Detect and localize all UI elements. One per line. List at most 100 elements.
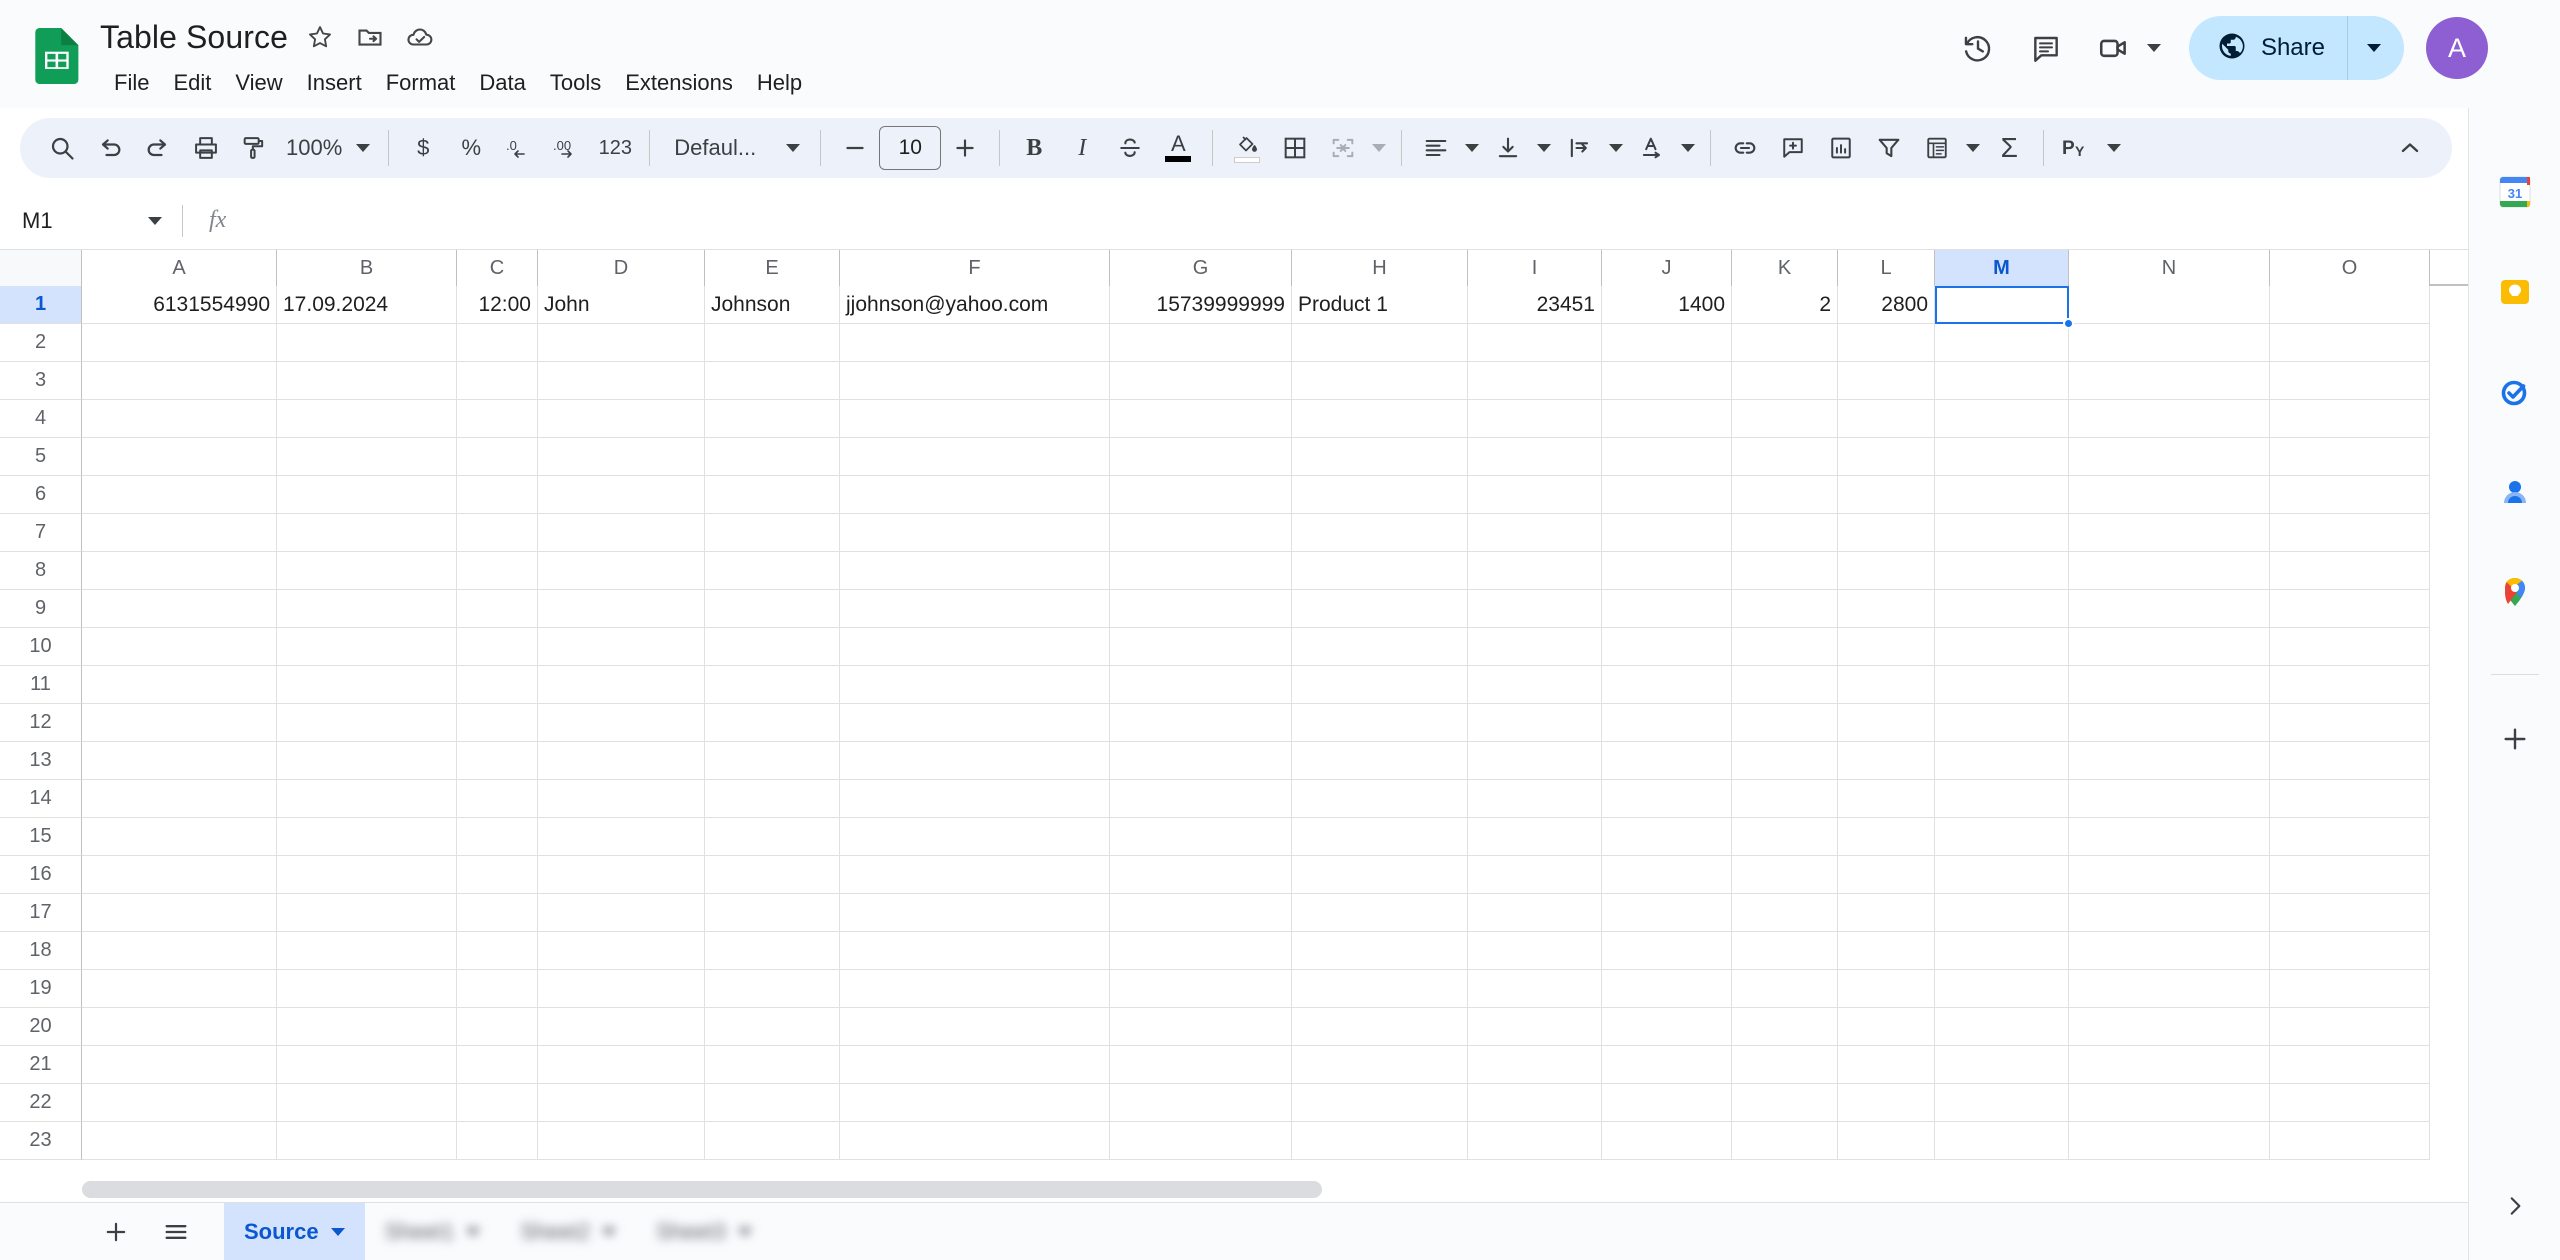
- cell-K16[interactable]: [1732, 856, 1838, 894]
- column-header-f[interactable]: F: [840, 250, 1110, 286]
- cell-L9[interactable]: [1838, 590, 1935, 628]
- cell-M3[interactable]: [1935, 362, 2069, 400]
- cell-H5[interactable]: [1292, 438, 1468, 476]
- cell-H12[interactable]: [1292, 704, 1468, 742]
- cell-O10[interactable]: [2270, 628, 2430, 666]
- cell-B12[interactable]: [277, 704, 457, 742]
- cell-H13[interactable]: [1292, 742, 1468, 780]
- cell-D21[interactable]: [538, 1046, 705, 1084]
- vertical-align-icon[interactable]: [1484, 124, 1532, 172]
- cell-F20[interactable]: [840, 1008, 1110, 1046]
- cell-B20[interactable]: [277, 1008, 457, 1046]
- cell-E1[interactable]: Johnson: [705, 286, 840, 324]
- cell-J8[interactable]: [1602, 552, 1732, 590]
- cell-O23[interactable]: [2270, 1122, 2430, 1160]
- cell-D20[interactable]: [538, 1008, 705, 1046]
- cell-A21[interactable]: [82, 1046, 277, 1084]
- name-box[interactable]: M1: [0, 192, 182, 250]
- cell-A5[interactable]: [82, 438, 277, 476]
- cell-M22[interactable]: [1935, 1084, 2069, 1122]
- cell-C21[interactable]: [457, 1046, 538, 1084]
- redo-icon[interactable]: [134, 124, 182, 172]
- cell-D17[interactable]: [538, 894, 705, 932]
- cell-A20[interactable]: [82, 1008, 277, 1046]
- row-header-3[interactable]: 3: [0, 362, 82, 400]
- cell-E12[interactable]: [705, 704, 840, 742]
- cell-A12[interactable]: [82, 704, 277, 742]
- add-sheet-icon[interactable]: [90, 1206, 142, 1258]
- cell-I17[interactable]: [1468, 894, 1602, 932]
- cell-D16[interactable]: [538, 856, 705, 894]
- cell-M17[interactable]: [1935, 894, 2069, 932]
- cell-M14[interactable]: [1935, 780, 2069, 818]
- row-header-22[interactable]: 22: [0, 1084, 82, 1122]
- cell-A7[interactable]: [82, 514, 277, 552]
- cell-M7[interactable]: [1935, 514, 2069, 552]
- cell-C19[interactable]: [457, 970, 538, 1008]
- cell-M18[interactable]: [1935, 932, 2069, 970]
- cell-O19[interactable]: [2270, 970, 2430, 1008]
- cell-A6[interactable]: [82, 476, 277, 514]
- cell-I13[interactable]: [1468, 742, 1602, 780]
- row-header-18[interactable]: 18: [0, 932, 82, 970]
- cell-E11[interactable]: [705, 666, 840, 704]
- cell-K17[interactable]: [1732, 894, 1838, 932]
- cell-H22[interactable]: [1292, 1084, 1468, 1122]
- cell-G17[interactable]: [1110, 894, 1292, 932]
- cell-H11[interactable]: [1292, 666, 1468, 704]
- cell-F10[interactable]: [840, 628, 1110, 666]
- cell-A15[interactable]: [82, 818, 277, 856]
- cell-A1[interactable]: 6131554990: [82, 286, 277, 324]
- cell-N21[interactable]: [2069, 1046, 2270, 1084]
- cell-B6[interactable]: [277, 476, 457, 514]
- cell-G7[interactable]: [1110, 514, 1292, 552]
- cell-G22[interactable]: [1110, 1084, 1292, 1122]
- cell-E17[interactable]: [705, 894, 840, 932]
- cell-I21[interactable]: [1468, 1046, 1602, 1084]
- cell-N17[interactable]: [2069, 894, 2270, 932]
- insert-link-icon[interactable]: [1721, 124, 1769, 172]
- cell-C22[interactable]: [457, 1084, 538, 1122]
- cell-F12[interactable]: [840, 704, 1110, 742]
- horizontal-align-dropdown-icon[interactable]: [1460, 124, 1484, 172]
- cell-K10[interactable]: [1732, 628, 1838, 666]
- cell-O3[interactable]: [2270, 362, 2430, 400]
- cell-J20[interactable]: [1602, 1008, 1732, 1046]
- cell-N1[interactable]: [2069, 286, 2270, 324]
- cell-O20[interactable]: [2270, 1008, 2430, 1046]
- cell-F18[interactable]: [840, 932, 1110, 970]
- chevron-down-icon[interactable]: [786, 144, 801, 152]
- text-color-icon[interactable]: A: [1154, 124, 1202, 172]
- undo-icon[interactable]: [86, 124, 134, 172]
- insert-chart-icon[interactable]: [1817, 124, 1865, 172]
- cell-B10[interactable]: [277, 628, 457, 666]
- share-button[interactable]: Share: [2188, 16, 2404, 80]
- cell-I7[interactable]: [1468, 514, 1602, 552]
- cell-F19[interactable]: [840, 970, 1110, 1008]
- cell-E14[interactable]: [705, 780, 840, 818]
- cell-C8[interactable]: [457, 552, 538, 590]
- cell-L18[interactable]: [1838, 932, 1935, 970]
- cell-O11[interactable]: [2270, 666, 2430, 704]
- vertical-align-dropdown-icon[interactable]: [1532, 124, 1556, 172]
- cell-A3[interactable]: [82, 362, 277, 400]
- cell-O14[interactable]: [2270, 780, 2430, 818]
- cell-A4[interactable]: [82, 400, 277, 438]
- cell-I14[interactable]: [1468, 780, 1602, 818]
- cell-J9[interactable]: [1602, 590, 1732, 628]
- cell-N13[interactable]: [2069, 742, 2270, 780]
- font-family-select[interactable]: Defaul...: [660, 124, 810, 172]
- cell-O13[interactable]: [2270, 742, 2430, 780]
- decrease-decimal-icon[interactable]: .0: [495, 124, 543, 172]
- cell-G15[interactable]: [1110, 818, 1292, 856]
- cell-L5[interactable]: [1838, 438, 1935, 476]
- sheet-tab-sheet2[interactable]: Sheet2: [500, 1203, 636, 1260]
- cell-J5[interactable]: [1602, 438, 1732, 476]
- column-header-o[interactable]: O: [2270, 250, 2430, 286]
- cell-F6[interactable]: [840, 476, 1110, 514]
- cell-C23[interactable]: [457, 1122, 538, 1160]
- row-header-1[interactable]: 1: [0, 286, 82, 324]
- cell-J4[interactable]: [1602, 400, 1732, 438]
- bold-icon[interactable]: B: [1010, 124, 1058, 172]
- cell-F17[interactable]: [840, 894, 1110, 932]
